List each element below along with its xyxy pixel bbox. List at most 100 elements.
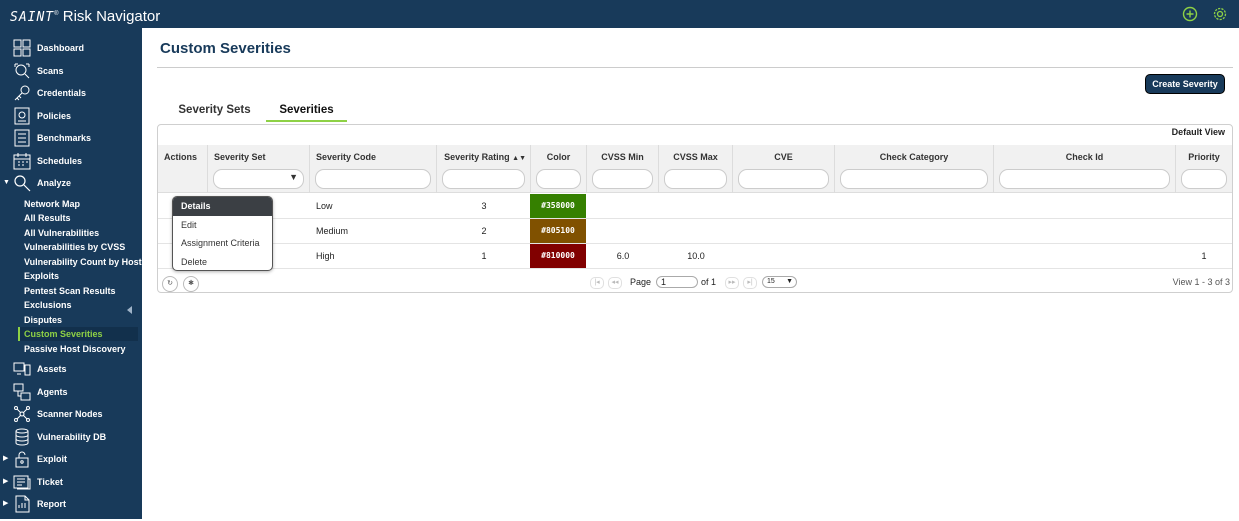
priority-filter-input[interactable] xyxy=(1181,169,1227,189)
sidebar-item-dashboard[interactable]: Dashboard xyxy=(0,37,142,59)
page-count-label: of 1 xyxy=(701,277,717,287)
sidebar-subitem-network-map[interactable]: Network Map xyxy=(18,197,138,211)
database-icon xyxy=(13,428,31,446)
table-row[interactable]: Low 3 #358000 xyxy=(158,194,1232,219)
sidebar-item-exploit[interactable]: ▶ Exploit xyxy=(0,448,142,470)
severity-rating-cell: 1 xyxy=(481,251,487,261)
severity-rating-filter-input[interactable] xyxy=(442,169,525,189)
schedule-icon xyxy=(13,152,31,170)
sidebar-subitem-pentest-scan-results[interactable]: Pentest Scan Results xyxy=(18,284,138,298)
grid-pager: ↻ ✱ |◂ ◂◂ Page 1 of 1 ▸▸ ▸| 15 ▼ View 1 -… xyxy=(158,272,1232,292)
severity-set-filter-select[interactable]: ▼ xyxy=(213,169,304,189)
severities-grid: Default View Actions Severity Set ▼ Seve… xyxy=(157,124,1233,293)
sidebar-subitem-passive-host-discovery[interactable]: Passive Host Discovery xyxy=(18,342,138,356)
column-header-color[interactable]: Color xyxy=(531,145,587,193)
cvss-max-filter-input[interactable] xyxy=(664,169,727,189)
column-header-cve[interactable]: CVE xyxy=(733,145,835,193)
column-header-cvss-max[interactable]: CVSS Max xyxy=(659,145,733,193)
next-page-icon[interactable]: ▸▸ xyxy=(725,277,739,289)
cvss-min-filter-input[interactable] xyxy=(592,169,653,189)
page-title: Custom Severities xyxy=(160,40,291,57)
sidebar-subitem-exclusions[interactable]: Exclusions xyxy=(18,298,138,312)
check-category-filter-input[interactable] xyxy=(840,169,988,189)
menu-item-delete[interactable]: Delete xyxy=(173,253,272,270)
sidebar-item-agents[interactable]: Agents xyxy=(0,381,142,403)
report-icon xyxy=(13,495,31,513)
column-header-cvss-min[interactable]: CVSS Min xyxy=(587,145,659,193)
sort-icon[interactable]: ▲▼ xyxy=(512,155,526,162)
view-selector[interactable]: Default View xyxy=(1172,126,1225,138)
collapse-sidebar-icon[interactable] xyxy=(127,306,132,314)
sidebar-subitem-all-vulnerabilities[interactable]: All Vulnerabilities xyxy=(18,226,138,240)
sidebar-item-label: Dashboard xyxy=(37,43,85,53)
sidebar-item-label: Exploit xyxy=(37,454,68,464)
sidebar-item-label: Assets xyxy=(37,364,67,374)
sidebar-item-label: Scans xyxy=(37,66,64,76)
column-header-check-id[interactable]: Check Id xyxy=(994,145,1176,193)
tab-severities[interactable]: Severities xyxy=(266,103,347,122)
page-number-input[interactable]: 1 xyxy=(656,276,698,288)
gear-icon[interactable] xyxy=(1212,6,1228,22)
previous-page-icon[interactable]: ◂◂ xyxy=(608,277,622,289)
sidebar-item-credentials[interactable]: Credentials xyxy=(0,82,142,104)
sidebar-item-report[interactable]: ▶ Report xyxy=(0,493,142,515)
search-icon xyxy=(13,174,31,192)
add-icon[interactable] xyxy=(1182,6,1198,22)
product-name: Risk Navigator xyxy=(62,8,161,25)
column-header-severity-code[interactable]: Severity Code xyxy=(310,145,437,193)
column-header-actions: Actions xyxy=(158,145,208,193)
sidebar-item-analyze[interactable]: ▼ Analyze xyxy=(0,172,142,194)
create-severity-button[interactable]: Create Severity xyxy=(1145,74,1225,94)
sidebar-item-benchmarks[interactable]: Benchmarks xyxy=(0,127,142,149)
column-header-check-category[interactable]: Check Category xyxy=(835,145,994,193)
sidebar-item-label: Analyze xyxy=(37,178,72,188)
agents-icon xyxy=(13,383,31,401)
sidebar-item-label: Schedules xyxy=(37,156,83,166)
priority-cell xyxy=(1176,194,1232,218)
ticket-icon xyxy=(13,473,31,491)
sidebar-item-vulnerability-db[interactable]: Vulnerability DB xyxy=(0,426,142,448)
page-size-select[interactable]: 15 ▼ xyxy=(762,276,797,288)
sidebar-subitem-disputes[interactable]: Disputes xyxy=(18,313,138,327)
severity-code-filter-input[interactable] xyxy=(315,169,431,189)
column-header-severity-rating[interactable]: Severity Rating ▲▼ xyxy=(437,145,531,193)
sidebar-item-policies[interactable]: Policies xyxy=(0,105,142,127)
refresh-icon[interactable]: ↻ xyxy=(162,276,178,292)
table-row[interactable]: Medium 2 #805100 xyxy=(158,219,1232,244)
sidebar: Dashboard Scans Credentials Policies Ben… xyxy=(0,28,142,519)
settings-icon[interactable]: ✱ xyxy=(183,276,199,292)
sidebar-subitem-all-results[interactable]: All Results xyxy=(18,211,138,225)
sidebar-subitem-custom-severities[interactable]: Custom Severities xyxy=(18,327,138,341)
cve-filter-input[interactable] xyxy=(738,169,829,189)
menu-item-details[interactable]: Details xyxy=(173,197,272,216)
exploit-icon xyxy=(13,450,31,468)
sidebar-item-label: Report xyxy=(37,499,66,509)
menu-item-assignment-criteria[interactable]: Assignment Criteria xyxy=(173,234,272,253)
benchmark-icon xyxy=(13,129,31,147)
sidebar-item-ticket[interactable]: ▶ Ticket xyxy=(0,471,142,493)
sidebar-item-schedules[interactable]: Schedules xyxy=(0,150,142,172)
priority-cell xyxy=(1176,219,1232,243)
sidebar-subitem-exploits[interactable]: Exploits xyxy=(18,269,138,283)
nodes-icon xyxy=(13,405,31,423)
first-page-icon[interactable]: |◂ xyxy=(590,277,604,289)
table-row[interactable]: High 1 #810000 6.0 10.0 1 xyxy=(158,244,1232,269)
sidebar-item-label: Scanner Nodes xyxy=(37,409,103,419)
brand-logo[interactable]: SAINT® Risk Navigator xyxy=(10,5,160,27)
page-size-value: 15 xyxy=(767,278,775,285)
sidebar-subitem-vulnerability-count-by-host[interactable]: Vulnerability Count by Host xyxy=(18,255,142,269)
brand-logo-text: SAINT xyxy=(10,10,55,25)
tab-severity-sets[interactable]: Severity Sets xyxy=(170,103,259,122)
last-page-icon[interactable]: ▸| xyxy=(743,277,757,289)
cvss-max-cell xyxy=(659,194,733,218)
sidebar-item-scans[interactable]: Scans xyxy=(0,60,142,82)
records-summary: View 1 - 3 of 3 xyxy=(1172,277,1230,287)
sidebar-item-scanner-nodes[interactable]: Scanner Nodes xyxy=(0,403,142,425)
color-filter-input[interactable] xyxy=(536,169,581,189)
sidebar-item-assets[interactable]: Assets xyxy=(0,358,142,380)
menu-item-edit[interactable]: Edit xyxy=(173,216,272,235)
column-header-priority[interactable]: Priority xyxy=(1176,145,1232,193)
column-header-severity-set[interactable]: Severity Set ▼ xyxy=(208,145,310,193)
check-id-filter-input[interactable] xyxy=(999,169,1170,189)
sidebar-subitem-vulnerabilities-by-cvss[interactable]: Vulnerabilities by CVSS xyxy=(18,240,138,254)
